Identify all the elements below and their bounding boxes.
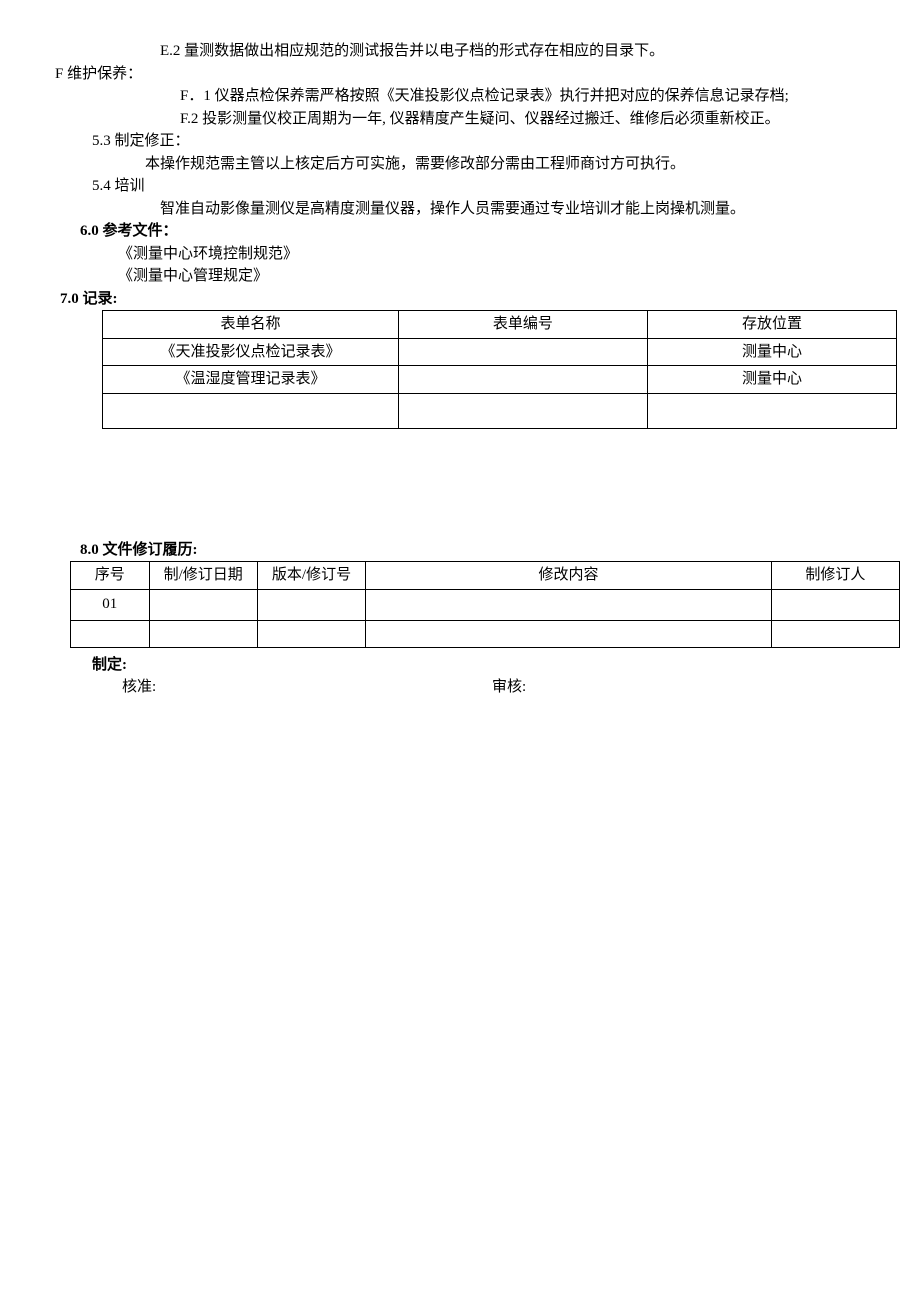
revision-header-content: 修改内容 bbox=[366, 562, 772, 590]
revision-cell-content bbox=[366, 589, 772, 620]
records-table: 表单名称 表单编号 存放位置 《天准投影仪点检记录表》 测量中心 《温湿度管理记… bbox=[102, 310, 897, 429]
revision-header-seq: 序号 bbox=[71, 562, 150, 590]
line-f-head: F 维护保养： bbox=[30, 63, 890, 86]
signature-approve-label: 核准: bbox=[30, 676, 492, 699]
section-5-3-body: 本操作规范需主管以上核定后方可实施，需要修改部分需由工程师商讨方可执行。 bbox=[30, 153, 890, 176]
ref-doc-1: 《测量中心环境控制规范》 bbox=[30, 243, 890, 266]
records-header-code: 表单编号 bbox=[398, 311, 647, 339]
records-cell-name: 《天准投影仪点检记录表》 bbox=[103, 338, 399, 366]
revision-cell-author bbox=[771, 620, 899, 647]
revision-cell-ver bbox=[257, 620, 365, 647]
line-f2: F.2 投影测量仪校正周期为一年, 仪器精度产生疑问、仪器经过搬迁、维修后必须重… bbox=[30, 108, 890, 131]
section-6-0-title: 6.0 参考文件： bbox=[30, 220, 890, 243]
revision-cell-content bbox=[366, 620, 772, 647]
revision-header-date: 制/修订日期 bbox=[149, 562, 257, 590]
records-header-loc: 存放位置 bbox=[647, 311, 896, 339]
records-header-name: 表单名称 bbox=[103, 311, 399, 339]
revision-cell-date bbox=[149, 589, 257, 620]
records-cell-loc bbox=[647, 393, 896, 428]
records-cell-code bbox=[398, 366, 647, 394]
table-row bbox=[103, 393, 897, 428]
revision-cell-seq: 01 bbox=[71, 589, 150, 620]
revision-cell-author bbox=[771, 589, 899, 620]
records-cell-code bbox=[398, 338, 647, 366]
section-7-0-title: 7.0 记录: bbox=[30, 288, 890, 311]
revision-cell-date bbox=[149, 620, 257, 647]
line-e2: E.2 量测数据做出相应规范的测试报告并以电子档的形式存在相应的目录下。 bbox=[30, 40, 890, 63]
signature-make-label: 制定: bbox=[30, 654, 890, 677]
section-8-0-title: 8.0 文件修订履历: bbox=[30, 539, 890, 562]
ref-doc-2: 《测量中心管理规定》 bbox=[30, 265, 890, 288]
revision-cell-seq bbox=[71, 620, 150, 647]
table-row: 01 bbox=[71, 589, 900, 620]
records-cell-loc: 测量中心 bbox=[647, 366, 896, 394]
records-cell-loc: 测量中心 bbox=[647, 338, 896, 366]
signature-review-label: 审核: bbox=[492, 676, 526, 699]
table-row: 《天准投影仪点检记录表》 测量中心 bbox=[103, 338, 897, 366]
section-5-4-title: 5.4 培训 bbox=[30, 175, 890, 198]
revision-header-author: 制修订人 bbox=[771, 562, 899, 590]
revision-cell-ver bbox=[257, 589, 365, 620]
table-header-row: 序号 制/修订日期 版本/修订号 修改内容 制修订人 bbox=[71, 562, 900, 590]
records-cell-code bbox=[398, 393, 647, 428]
table-row: 《温湿度管理记录表》 测量中心 bbox=[103, 366, 897, 394]
table-row bbox=[71, 620, 900, 647]
section-5-3-title: 5.3 制定修正： bbox=[30, 130, 890, 153]
line-f1: F．1 仪器点检保养需严格按照《天准投影仪点检记录表》执行并把对应的保养信息记录… bbox=[30, 85, 890, 108]
revision-header-ver: 版本/修订号 bbox=[257, 562, 365, 590]
section-5-4-body: 智准自动影像量测仪是高精度测量仪器，操作人员需要通过专业培训才能上岗操机测量。 bbox=[30, 198, 890, 221]
table-header-row: 表单名称 表单编号 存放位置 bbox=[103, 311, 897, 339]
records-cell-name bbox=[103, 393, 399, 428]
records-cell-name: 《温湿度管理记录表》 bbox=[103, 366, 399, 394]
revision-table: 序号 制/修订日期 版本/修订号 修改内容 制修订人 01 bbox=[70, 561, 900, 648]
